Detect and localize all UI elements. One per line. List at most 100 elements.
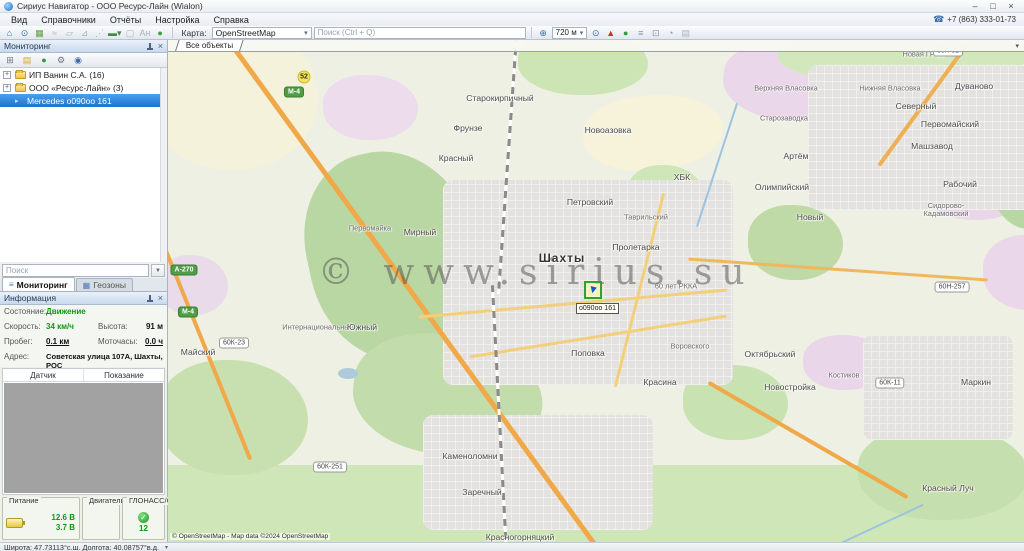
toolbar-separator (531, 27, 532, 38)
route-icon[interactable]: ⊿ (78, 27, 91, 39)
map-place-label: Первомайский (921, 119, 979, 129)
close-icon[interactable]: × (158, 42, 163, 51)
expand-all-icon[interactable]: ⊞ (3, 54, 17, 66)
legend-icon[interactable]: ≡ (634, 27, 647, 39)
sensors-col-value[interactable]: Показание (83, 369, 164, 381)
road-badge: 60Н-257 (935, 282, 970, 293)
power-voltage-main: 12.6 В (51, 513, 75, 523)
sensors-col-sensor[interactable]: Датчик (3, 369, 83, 381)
menu-bar: ВидСправочникиОтчётыНастройкаСправка ☎ +… (0, 13, 1024, 26)
minimize-button[interactable]: – (966, 1, 984, 12)
vehicle-icon: ▸ (15, 97, 24, 105)
headset-icon: ☎ (933, 15, 944, 24)
address-icon[interactable]: Ан (139, 27, 152, 39)
speed-value: 34 км/ч (46, 322, 98, 331)
map-place-label: Фрунзе (454, 123, 483, 133)
map-place-label: Красный (439, 153, 474, 163)
expand-icon[interactable]: + (3, 84, 11, 92)
map-place-label: Заречный (462, 487, 501, 497)
engine-label: Двигатель (87, 497, 126, 505)
window-title: Сириус Навигатор - ООО Ресурс-Лайн (Wial… (17, 1, 203, 11)
monitor-icon[interactable]: ▢ (124, 27, 137, 39)
tree-unit-row[interactable]: ▸Mercedes о090оо 161 (0, 94, 167, 107)
tree-group-row[interactable]: +ООО «Ресурс-Лайн» (3) (0, 81, 167, 94)
chevron-down-icon[interactable]: ▾ (1015, 42, 1019, 50)
toolbar-right-icons: ⊕720 м▾⊙▲●≡⊡◔▤ (537, 27, 693, 39)
search-icon[interactable]: ⊙ (18, 27, 31, 39)
map-place-label: Мирный (404, 227, 436, 237)
status-bar: Широта: 47.73113°с.ш. Долгота: 40.08757°… (0, 542, 1024, 551)
mileage-value[interactable]: 0.1 км (46, 337, 98, 346)
menu-item-3[interactable]: Настройка (148, 15, 206, 25)
map-place-label: Пролетарка (612, 242, 659, 252)
history-icon[interactable]: ◔ (664, 27, 677, 39)
tree-search-input[interactable] (2, 264, 149, 277)
map-place-label: Верхняя Власовка (754, 84, 818, 93)
mileage-label: Пробег: (4, 337, 46, 346)
hours-value[interactable]: 0.0 ч (145, 337, 163, 346)
map-place-label: Воровского (671, 342, 710, 351)
map-place-label: Красина (643, 377, 676, 387)
geofence-icon[interactable]: ▱ (63, 27, 76, 39)
map-scale-select[interactable]: 720 м▾ (552, 27, 588, 39)
map-place-label: Маркин (961, 377, 991, 387)
fullscreen-icon[interactable]: ⊡ (649, 27, 662, 39)
map-place-label: Майский (181, 347, 216, 357)
folders-icon[interactable]: ▤ (20, 54, 34, 66)
map-place-label: Новостройка (764, 382, 816, 392)
vehicle-menu-icon[interactable]: ▬▾ (108, 27, 122, 39)
settings-icon[interactable]: ⚙ (54, 54, 68, 66)
follow-icon[interactable]: ◉ (71, 54, 85, 66)
show-position-icon[interactable]: ▲ (604, 27, 617, 39)
tab-geozones[interactable]: ▦Геозоны (76, 278, 133, 291)
tree-group-row[interactable]: +ИП Ванин С.А. (16) (0, 68, 167, 81)
minimap-icon[interactable]: ▤ (679, 27, 692, 39)
tab-monitoring[interactable]: ≡Мониторинг (2, 277, 75, 291)
close-icon[interactable]: × (158, 294, 163, 303)
height-value: 91 м (146, 322, 163, 331)
map-place-label: Поповка (571, 348, 605, 358)
map-tab-strip: Все объекты ▾ (168, 40, 1024, 52)
route-edit-icon[interactable]: ⋰ (93, 27, 106, 39)
vehicle-plate-label[interactable]: о090оо 161 (576, 303, 619, 314)
pin-icon[interactable] (146, 294, 154, 303)
state-value: Движение (46, 307, 86, 316)
gnss-satellite-count: 12 (139, 524, 148, 533)
report-icon[interactable]: ▦ (33, 27, 46, 39)
map-icon: ▦ (83, 281, 91, 290)
show-on-map-icon[interactable]: ● (37, 54, 51, 66)
home-icon[interactable]: ⌂ (3, 27, 16, 39)
map-view[interactable]: ШахтыСтарокирпичныйФрунзеКрасныйНовоазов… (168, 40, 1024, 542)
track-icon[interactable]: ≈ (48, 27, 61, 39)
road-badge: 60К-11 (875, 378, 904, 389)
monitoring-tree: +ИП Ванин С.А. (16)+ООО «Ресурс-Лайн» (3… (0, 68, 167, 262)
road-badge: А-270 (170, 265, 197, 276)
map-place-label: Дуваново (955, 81, 993, 91)
map-provider-select[interactable]: OpenStreetMap ▾ (212, 27, 312, 39)
globe-icon[interactable]: ● (154, 27, 167, 39)
maximize-button[interactable]: □ (984, 1, 1002, 12)
zoom-area-icon[interactable]: ⊙ (589, 27, 602, 39)
map-place-label: Олимпийский (755, 182, 809, 192)
chevron-down-icon[interactable]: ▾ (165, 544, 168, 551)
info-panel: Состояние: Движение Скорость: 34 км/ч Вы… (0, 305, 167, 367)
folder-icon (15, 71, 26, 79)
search-filter-button[interactable]: ▼ (151, 264, 165, 277)
menu-item-4[interactable]: Справка (207, 15, 256, 25)
globe-layers-icon[interactable]: ● (619, 27, 632, 39)
menu-item-0[interactable]: Вид (4, 15, 34, 25)
global-search-input[interactable] (314, 27, 526, 39)
sensors-table: Датчик Показание (2, 368, 165, 495)
menu-item-2[interactable]: Отчёты (103, 15, 148, 25)
pin-icon[interactable] (146, 42, 154, 51)
close-button[interactable]: × (1002, 1, 1020, 12)
tree-scrollbar[interactable] (160, 68, 167, 262)
expand-icon[interactable]: + (3, 71, 11, 79)
zoom-scale-icon[interactable]: ⊕ (537, 27, 550, 39)
map-place-label: Каменоломни (442, 451, 497, 461)
tab-all-objects[interactable]: Все объекты (175, 40, 244, 51)
menu-item-1[interactable]: Справочники (34, 15, 103, 25)
check-icon: ✓ (138, 512, 149, 523)
power-voltage-backup: 3.7 В (56, 523, 75, 533)
vehicle-marker[interactable]: ▼ (584, 281, 602, 299)
